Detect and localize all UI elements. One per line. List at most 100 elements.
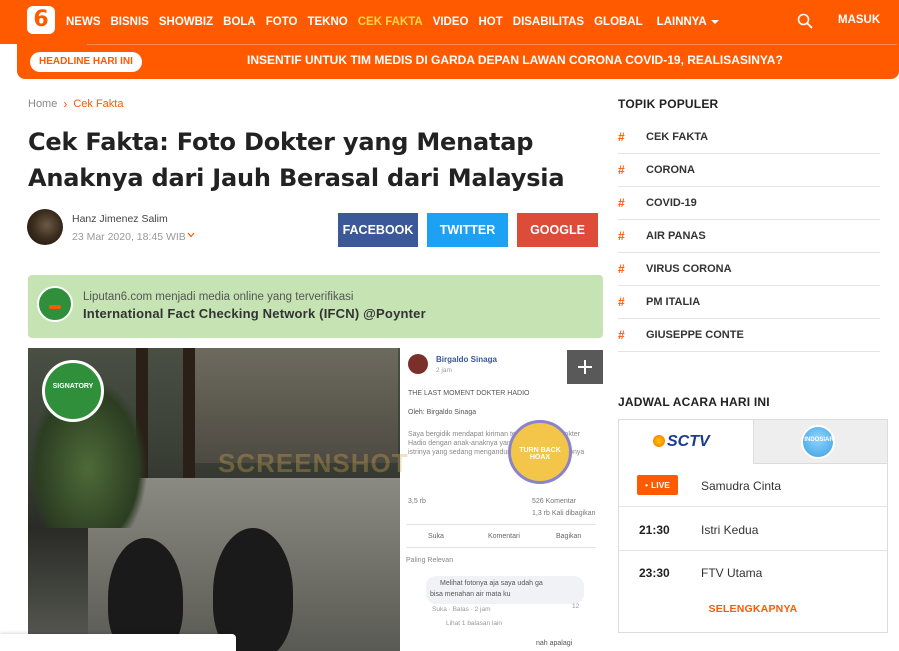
hash-icon: #	[618, 196, 625, 210]
nav-item-hot[interactable]: HOT	[478, 16, 502, 28]
topic-item[interactable]: # CEK FAKTA	[618, 121, 880, 154]
fb-reactions: 3,5 rb	[408, 498, 426, 505]
share-facebook-button[interactable]: FACEBOOK	[338, 213, 418, 247]
expand-icon[interactable]	[567, 350, 603, 384]
nav-item-foto[interactable]: FOTO	[266, 16, 298, 28]
topics-title: TOPIK POPULER	[618, 97, 719, 111]
topic-item[interactable]: # GIUSEPPE CONTE	[618, 319, 880, 352]
live-badge: LIVE	[637, 475, 678, 495]
ifcn-seal-text: SIGNATORY	[52, 383, 94, 390]
fb-author: Birgaldo Sinaga	[436, 355, 497, 364]
schedule-row[interactable]: 21:30 Istri Kedua	[619, 508, 887, 551]
fb-post-by: Oleh: Birgaldo Sinaga	[408, 409, 477, 416]
ifcn-badge-icon	[37, 286, 73, 322]
fb-time: 2 jam	[436, 367, 452, 374]
ifcn-seal-icon: SIGNATORY	[42, 360, 104, 422]
logo-text: 6	[33, 7, 49, 32]
schedule-row[interactable]: LIVE Samudra Cinta	[619, 464, 887, 507]
author-name[interactable]: Hanz Jimenez Salim	[72, 213, 168, 225]
topic-label: AIR PANAS	[646, 230, 706, 242]
headline-label: HEADLINE HARI INI	[30, 52, 142, 72]
fb-comment-meta: Suka · Balas · 2 jam	[432, 606, 491, 613]
breadcrumb-cek-fakta[interactable]: Cek Fakta	[73, 98, 123, 110]
publish-date: 23 Mar 2020, 18:45 WIB	[72, 231, 186, 243]
headline-link[interactable]: INSENTIF UNTUK TIM MEDIS DI GARDA DEPAN …	[247, 44, 783, 77]
sctv-logo: SCTV	[653, 433, 710, 451]
topic-item[interactable]: # CORONA	[618, 154, 880, 187]
photo-child	[213, 528, 293, 651]
fb-comment-action: Komentari	[488, 533, 520, 540]
fb-avatar	[408, 354, 428, 374]
schedule-time: 21:30	[639, 523, 670, 537]
hash-icon: #	[618, 328, 625, 342]
hash-icon: #	[618, 262, 625, 276]
topic-item[interactable]: # VIRUS CORONA	[618, 253, 880, 286]
hoax-seal-icon: TURN BACK HOAX	[508, 420, 572, 484]
schedule-box: SCTV INDOSIAR LIVE Samudra Cinta 21:30 I…	[618, 419, 888, 633]
nav-item-news[interactable]: NEWS	[66, 16, 101, 28]
breadcrumb: Home › Cek Fakta	[28, 97, 123, 111]
nav-item-lainnya[interactable]: LAINNYA	[657, 16, 719, 28]
nav-item-global[interactable]: GLOBAL	[594, 16, 643, 28]
search-icon[interactable]	[797, 13, 813, 29]
nav-menu: NEWS BISNIS SHOWBIZ BOLA FOTO TEKNO CEK …	[66, 0, 729, 44]
fb-post-title: THE LAST MOMENT DOKTER HADIO	[408, 390, 530, 397]
topic-label: GIUSEPPE CONTE	[646, 329, 744, 341]
fb-comment-count: 526 Komentar	[532, 498, 576, 505]
nav-item-bisnis[interactable]: BISNIS	[111, 16, 149, 28]
fb-divider	[406, 524, 596, 525]
indosiar-logo-text: INDOSIAR	[804, 437, 834, 443]
share-google-button[interactable]: GOOGLE	[517, 213, 598, 247]
nav-item-cek-fakta[interactable]: CEK FAKTA	[358, 16, 423, 28]
indosiar-logo: INDOSIAR	[801, 425, 835, 459]
chevron-right-icon: ›	[63, 97, 68, 111]
photo-left: SIGNATORY	[28, 348, 400, 651]
hash-icon: #	[618, 130, 625, 144]
fb-sort: Paling Relevan	[406, 557, 454, 564]
login-button[interactable]: MASUK	[838, 0, 880, 44]
photo-pillar	[183, 348, 195, 498]
topic-item[interactable]: # AIR PANAS	[618, 220, 880, 253]
schedule-title: JADWAL ACARA HARI INI	[618, 395, 770, 409]
topic-item[interactable]: # COVID-19	[618, 187, 880, 220]
nav-item-video[interactable]: VIDEO	[433, 16, 469, 28]
nav-item-tekno[interactable]: TEKNO	[307, 16, 347, 28]
fb-comment-text: nah apalagi	[536, 640, 573, 647]
chevron-down-icon[interactable]	[187, 231, 195, 239]
breadcrumb-home[interactable]: Home	[28, 98, 57, 110]
fb-comment-text: bisa menahan air mata ku	[430, 591, 511, 598]
photo-house	[188, 348, 398, 463]
site-logo[interactable]: 6	[27, 6, 55, 34]
nav-item-disabilitas[interactable]: DISABILITAS	[513, 16, 584, 28]
topic-label: CEK FAKTA	[646, 131, 709, 143]
hoax-seal-text: TURN BACK HOAX	[519, 447, 561, 461]
tab-indosiar[interactable]: INDOSIAR	[753, 420, 887, 464]
fb-comment-text: Melihat fotonya aja saya udah ga	[440, 580, 543, 587]
topic-label: PM ITALIA	[646, 296, 701, 308]
top-navbar: 6 NEWS BISNIS SHOWBIZ BOLA FOTO TEKNO CE…	[0, 0, 899, 44]
tab-sctv[interactable]: SCTV	[619, 420, 753, 464]
author-avatar[interactable]	[27, 209, 63, 245]
screenshot-watermark: SCREENSHOT	[218, 448, 409, 478]
schedule-row[interactable]: 23:30 FTV Utama	[619, 551, 887, 594]
fb-share-count: 1,3 rb Kali dibagikan	[532, 510, 596, 517]
hash-icon: #	[618, 295, 625, 309]
topic-label: CORONA	[646, 164, 695, 176]
schedule-show: FTV Utama	[701, 566, 763, 580]
see-more-link[interactable]: SELENGKAPNYA	[619, 603, 887, 615]
ifcn-verification-box: Liputan6.com menjadi media online yang t…	[28, 275, 603, 338]
fb-replies: Lihat 1 balasan lain	[446, 620, 503, 627]
share-twitter-button[interactable]: TWITTER	[427, 213, 508, 247]
hash-icon: #	[618, 229, 625, 243]
article-title: Cek Fakta: Foto Dokter yang Menatap Anak…	[28, 128, 565, 192]
facebook-post-screenshot: Birgaldo Sinaga 2 jam THE LAST MOMENT DO…	[400, 348, 603, 651]
article-image[interactable]: SIGNATORY Birgaldo Sinaga 2 jam THE LAST…	[28, 348, 603, 651]
schedule-show: Istri Kedua	[701, 523, 759, 537]
fb-like: Suka	[428, 533, 444, 540]
nav-item-bola[interactable]: BOLA	[223, 16, 256, 28]
topic-label: COVID-19	[646, 197, 697, 209]
topic-item[interactable]: # PM ITALIA	[618, 286, 880, 319]
topic-list: # CEK FAKTA # CORONA # COVID-19 # AIR PANAS …	[618, 121, 880, 352]
topic-label: VIRUS CORONA	[646, 263, 732, 275]
nav-item-showbiz[interactable]: SHOWBIZ	[159, 16, 213, 28]
